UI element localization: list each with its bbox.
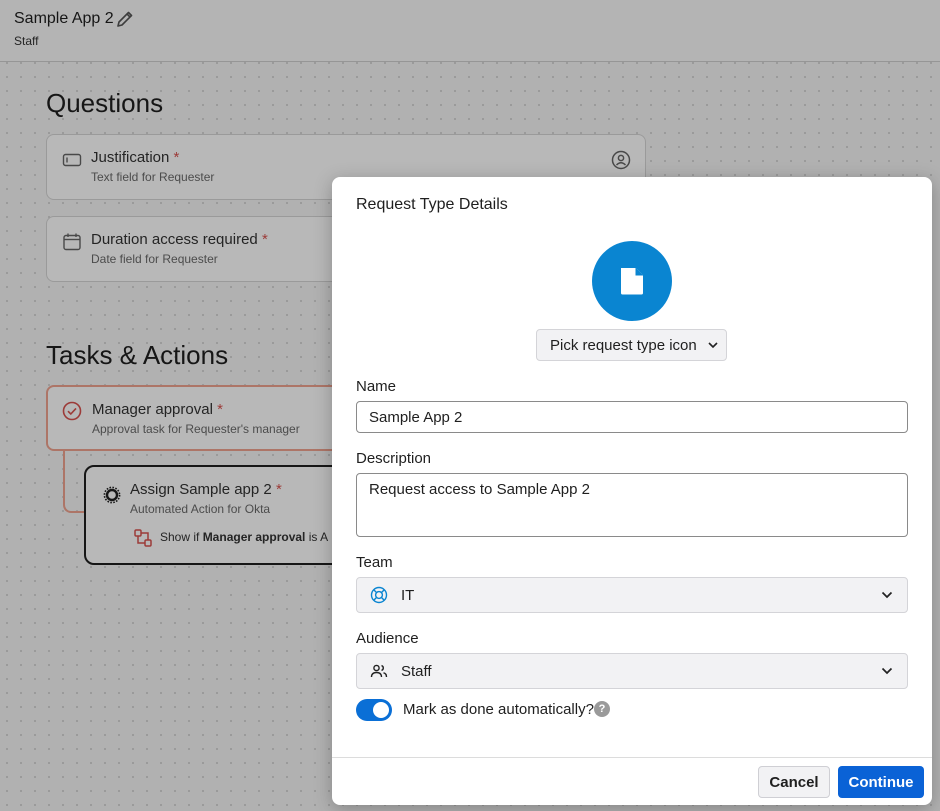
chevron-down-icon <box>881 667 893 675</box>
team-label: Team <box>356 554 393 571</box>
audience-value: Staff <box>401 663 432 680</box>
continue-button[interactable]: Continue <box>838 766 924 798</box>
name-label: Name <box>356 378 397 395</box>
auto-done-label: Mark as done automatically? <box>403 701 594 718</box>
toggle-knob <box>373 702 389 718</box>
pick-icon-label: Pick request type icon <box>550 336 697 354</box>
team-select[interactable]: IT <box>356 577 908 613</box>
description-label: Description <box>356 450 432 467</box>
help-icon[interactable]: ? <box>594 701 610 717</box>
request-type-icon <box>592 241 672 321</box>
team-value: IT <box>401 587 415 604</box>
document-icon <box>621 268 643 295</box>
request-type-details-dialog: Request Type Details Pick request type i… <box>332 177 932 805</box>
dialog-title: Request Type Details <box>356 196 508 213</box>
people-icon <box>370 664 388 678</box>
cancel-button[interactable]: Cancel <box>758 766 830 798</box>
auto-done-toggle[interactable] <box>356 699 392 721</box>
pick-icon-button[interactable]: Pick request type icon <box>536 329 727 361</box>
audience-select[interactable]: Staff <box>356 653 908 689</box>
chevron-down-icon <box>708 342 718 349</box>
audience-label: Audience <box>356 630 419 647</box>
description-textarea[interactable]: Request access to Sample App 2 <box>356 473 908 537</box>
globe-icon <box>370 586 388 604</box>
name-input[interactable] <box>356 401 908 433</box>
footer-divider <box>332 757 932 758</box>
chevron-down-icon <box>881 591 893 599</box>
